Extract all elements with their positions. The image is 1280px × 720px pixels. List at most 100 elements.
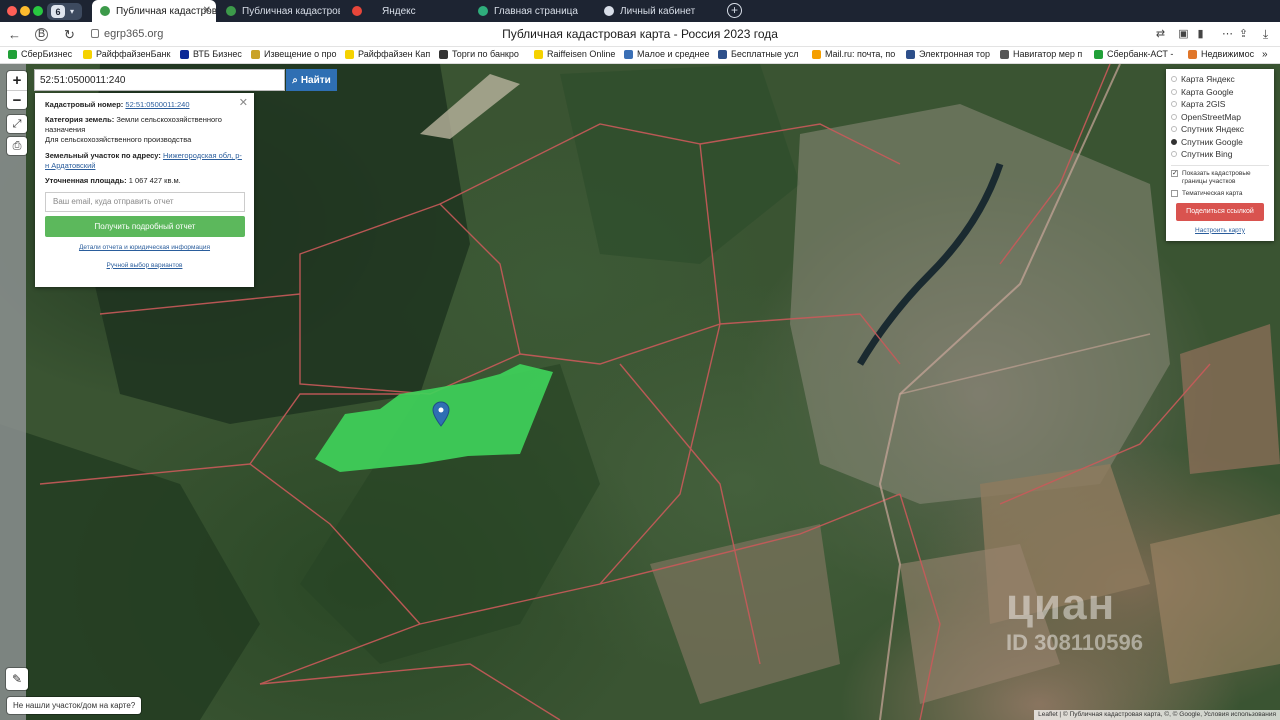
bookmark-label: Сбербанк-АСТ -: [1107, 49, 1174, 59]
report-details-link[interactable]: Детали отчета и юридическая информация: [45, 244, 244, 253]
cadastral-search-input[interactable]: [34, 69, 285, 91]
address-bar: ← B ↻ egrp365.org Публичная кадастровая …: [0, 22, 1280, 47]
email-field[interactable]: Ваш email, куда отправить отчет: [45, 191, 245, 212]
tab-label: Главная страница: [494, 5, 578, 17]
tab-label: Личный кабинет: [620, 5, 696, 17]
bookmark-label: Торги по банкро: [452, 49, 519, 59]
tab-main-page[interactable]: Главная страница: [470, 0, 592, 22]
address-label: Земельный участок по адресу:: [45, 150, 161, 160]
reload-icon[interactable]: ↻: [62, 27, 77, 42]
search-icon: ⌕: [292, 74, 298, 86]
layer-yandex-map[interactable]: Карта Яндекс: [1171, 73, 1269, 86]
real-estate-icon: [1188, 49, 1197, 59]
bookmark-item[interactable]: Mail.ru: почта, по: [812, 49, 895, 59]
download-icon[interactable]: ⤓: [1258, 27, 1273, 42]
watermark: циан ID 308110596: [950, 576, 1190, 656]
search-button-label: Найти: [300, 74, 331, 86]
not-found-button[interactable]: Не нашли участок/дом на карте?: [7, 697, 142, 714]
bookmark-item[interactable]: РайффайзенБанк: [83, 49, 170, 59]
bookmark-label: Raiffeisen Online: [547, 49, 616, 59]
bookmark-icon[interactable]: ▮: [1193, 27, 1208, 42]
bookmark-label: Малое и среднее: [637, 49, 710, 59]
layer-label: Спутник Google: [1181, 136, 1243, 147]
get-report-button[interactable]: Получить подробный отчет: [45, 215, 245, 237]
tab-cadastral-1[interactable]: Публичная кадастрова ✕: [92, 0, 216, 22]
layer-google-map[interactable]: Карта Google: [1171, 86, 1269, 99]
page-title: Публичная кадастровая карта - Россия 202…: [502, 27, 778, 41]
cadastral-map[interactable]: циан ID 308110596 + − ⤢ ⎙ ⌕ Найти ✕ Када…: [0, 64, 1280, 720]
layer-yandex-satellite[interactable]: Спутник Яндекс: [1171, 123, 1269, 136]
bookmark-item[interactable]: Сбербанк-АСТ -: [1094, 49, 1173, 59]
url-field[interactable]: egrp365.org: [104, 28, 163, 40]
zoom-in-button[interactable]: +: [7, 71, 27, 90]
more-bookmarks-icon[interactable]: »: [1262, 49, 1268, 60]
browser-tab-bar: 6 ▾ Публичная кадастрова ✕ Публичная кад…: [0, 0, 1280, 22]
notice-icon: [251, 49, 260, 59]
minimize-window-icon[interactable]: [20, 6, 30, 16]
maximize-window-icon[interactable]: [33, 6, 43, 16]
tab-yandex[interactable]: Яндекс: [344, 0, 466, 22]
layer-openstreetmap[interactable]: OpenStreetMap: [1171, 111, 1269, 124]
bookmark-label: Электронная тор: [919, 49, 990, 59]
area-label: Уточненная площадь:: [45, 175, 127, 185]
bookmark-item[interactable]: Недвижимос: [1188, 49, 1254, 59]
raiffeisen-icon: [534, 49, 543, 59]
bookmark-item[interactable]: Raiffeisen Online: [534, 49, 615, 59]
thematic-map-checkbox[interactable]: Тематическая карта: [1171, 189, 1269, 198]
bookmark-item[interactable]: Извещение о про: [251, 49, 336, 59]
close-icon[interactable]: ✕: [239, 96, 248, 111]
layer-google-satellite[interactable]: Спутник Google: [1171, 136, 1269, 149]
bookmark-item[interactable]: Навигатор мер п: [1000, 49, 1082, 59]
extension-icon[interactable]: ▣: [1176, 27, 1191, 42]
show-borders-label: Показать кадастровые границы участков: [1182, 169, 1251, 185]
layer-bing-satellite[interactable]: Спутник Bing: [1171, 148, 1269, 161]
search-button[interactable]: ⌕ Найти: [286, 69, 337, 91]
cadastral-favicon-icon: [100, 6, 110, 16]
translate-icon[interactable]: ⇄: [1153, 27, 1168, 42]
sberbusiness-icon: [8, 49, 17, 59]
layer-label: Карта 2GIS: [1181, 99, 1226, 110]
bookmark-item[interactable]: ВТБ Бизнес: [180, 49, 242, 59]
layer-2gis-map[interactable]: Карта 2GIS: [1171, 98, 1269, 111]
checkbox-icon: [1171, 189, 1178, 197]
checkmark-icon: ✓: [1171, 169, 1178, 177]
menu-dots-icon[interactable]: ⋯: [1220, 27, 1235, 42]
manual-choice-link[interactable]: Ручной выбор вариантов: [45, 262, 244, 271]
close-tab-icon[interactable]: ✕: [203, 5, 211, 16]
print-icon[interactable]: ⎙: [7, 137, 27, 155]
show-borders-checkbox[interactable]: ✓ Показать кадастровые границы участков: [1171, 169, 1269, 186]
share-page-icon[interactable]: ⇪: [1236, 27, 1251, 42]
layer-label: Спутник Яндекс: [1181, 124, 1244, 135]
bookmark-item[interactable]: Торги по банкро: [439, 49, 519, 59]
thematic-map-label: Тематическая карта: [1182, 189, 1243, 197]
bookmark-item[interactable]: СберБизнес: [8, 49, 72, 59]
setup-map-link[interactable]: Настроить карту: [1171, 227, 1269, 234]
layer-label: Спутник Bing: [1181, 149, 1233, 160]
browser-logo-icon[interactable]: B: [35, 28, 48, 41]
e-trading-icon: [906, 49, 915, 59]
profile-button[interactable]: 6 ▾: [47, 3, 82, 20]
chevron-down-icon: ▾: [70, 7, 75, 16]
tab-cadastral-2[interactable]: Публичная кадастрова: [218, 0, 340, 22]
bookmark-label: Райффайзен Кап: [358, 49, 431, 59]
tab-personal-account[interactable]: Личный кабинет: [596, 0, 720, 22]
back-arrow-icon[interactable]: ←: [7, 27, 22, 42]
zoom-out-button[interactable]: −: [7, 90, 27, 109]
bookmark-label: Mail.ru: почта, по: [825, 49, 896, 59]
share-link-button[interactable]: Поделиться ссылкой: [1176, 202, 1264, 221]
bookmark-label: РайффайзенБанк: [96, 49, 171, 59]
lock-icon: [91, 29, 99, 38]
radio-icon: [1171, 151, 1177, 158]
pencil-icon[interactable]: ✎: [6, 668, 28, 690]
layer-label: OpenStreetMap: [1181, 111, 1242, 122]
vtb-icon: [180, 49, 189, 59]
radio-icon: [1171, 126, 1177, 133]
bookmark-item[interactable]: Электронная тор: [906, 49, 990, 59]
bookmark-item[interactable]: Малое и среднее: [624, 49, 710, 59]
bookmark-item[interactable]: Бесплатные усл: [718, 49, 799, 59]
bookmark-item[interactable]: Райффайзен Кап: [345, 49, 430, 59]
close-window-icon[interactable]: [7, 6, 17, 16]
cadastral-number-link[interactable]: 52:51:0500011:240: [125, 100, 189, 109]
new-tab-plus-icon[interactable]: +: [727, 3, 742, 18]
fullscreen-icon[interactable]: ⤢: [7, 115, 27, 133]
